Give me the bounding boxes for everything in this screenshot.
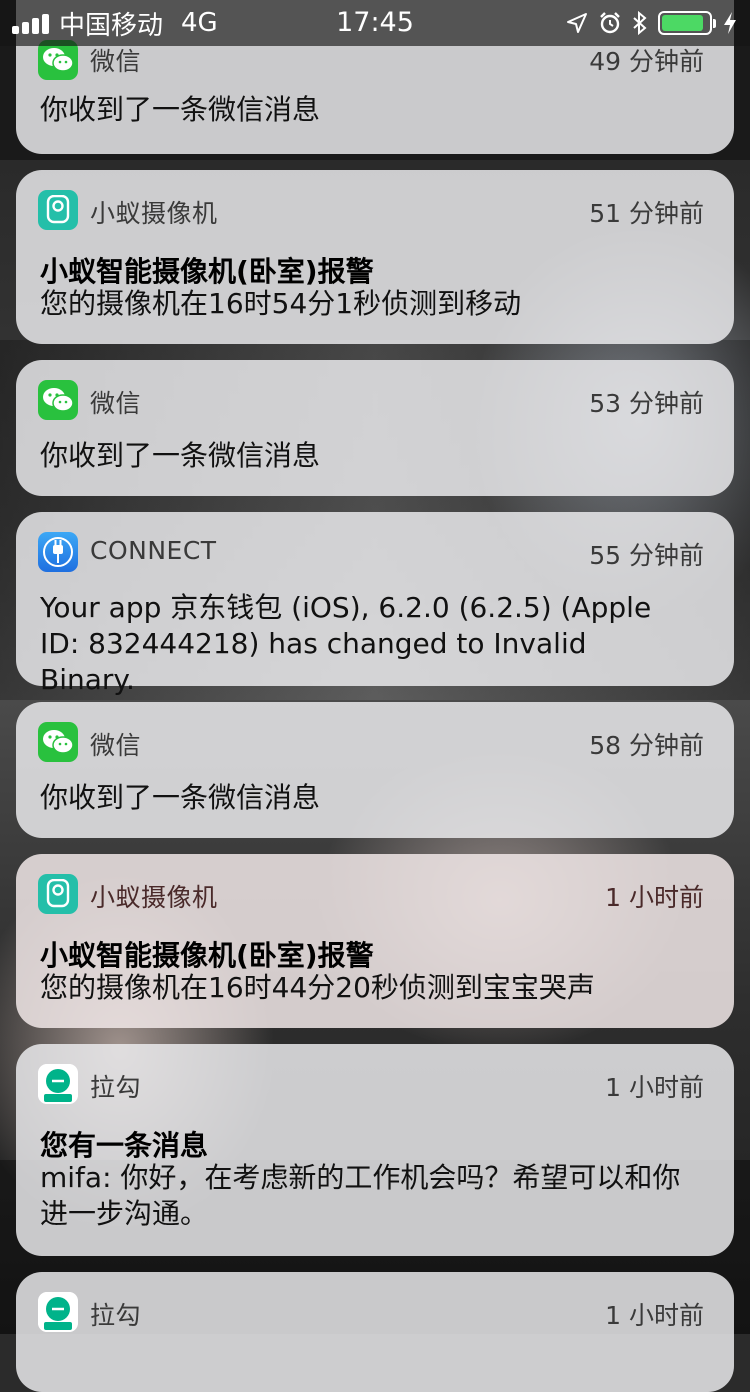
location-arrow-icon [567,13,587,33]
notification-time: 58 分钟前 [589,731,704,760]
notification-header: CONNECT 55 分钟前 [16,512,734,592]
notification-title: 小蚁智能摄像机(卧室)报警 [40,255,374,288]
notification-header: 微信 58 分钟前 [16,702,734,782]
notification-time: 1 小时前 [605,883,704,912]
app-name: 拉勾 [90,1073,142,1102]
status-right [566,0,738,46]
lagou-icon [38,1064,78,1104]
notification-header: 拉勾 1 小时前 [16,1044,734,1124]
notification-card-lagou[interactable]: 拉勾 1 小时前 [16,1272,734,1392]
notification-body: 您的摄像机在16时44分20秒侦测到宝宝哭声 [40,971,595,1004]
wechat-icon [38,40,78,80]
bluetooth-icon [633,11,647,35]
notification-card-camera[interactable]: 小蚁摄像机 1 小时前 小蚁智能摄像机(卧室)报警 您的摄像机在16时44分20… [16,854,734,1028]
wechat-icon [38,380,78,420]
notification-body: 您的摄像机在16时54分1秒侦测到移动 [40,287,522,320]
app-name: 微信 [90,47,142,76]
notification-time: 49 分钟前 [589,47,704,76]
notification-title: 您有一条消息 [40,1129,209,1162]
notification-card-wechat[interactable]: 微信 58 分钟前 你收到了一条微信消息 [16,702,734,838]
notification-body: mifa: 你好，在考虑新的工作机会吗？希望可以和你进一步沟通。 [40,1161,681,1230]
camera-icon [38,874,78,914]
lagou-icon [38,1292,78,1332]
camera-icon [38,190,78,230]
app-name: 拉勾 [90,1301,142,1330]
status-bar: 中国移动 4G 17:45 [0,0,750,46]
notification-title: 小蚁智能摄像机(卧室)报警 [40,939,374,972]
notification-time: 1 小时前 [605,1073,704,1102]
app-name: 小蚁摄像机 [90,199,218,228]
connect-icon [38,532,78,572]
notification-header: 微信 53 分钟前 [16,360,734,440]
notification-time: 1 小时前 [605,1301,704,1330]
battery-icon [658,11,716,35]
notification-card-lagou[interactable]: 拉勾 1 小时前 您有一条消息 mifa: 你好，在考虑新的工作机会吗？希望可以… [16,1044,734,1256]
app-name: 微信 [90,389,142,418]
notification-body: 你收到了一条微信消息 [40,439,321,472]
notification-header: 拉勾 1 小时前 [16,1272,734,1352]
notification-card-wechat[interactable]: 微信 53 分钟前 你收到了一条微信消息 [16,360,734,496]
notification-card-camera[interactable]: 小蚁摄像机 51 分钟前 小蚁智能摄像机(卧室)报警 您的摄像机在16时54分1… [16,170,734,344]
notification-header: 小蚁摄像机 51 分钟前 [16,170,734,250]
wechat-icon [38,722,78,762]
app-name: CONNECT [90,536,217,565]
app-name: 小蚁摄像机 [90,883,218,912]
app-name: 微信 [90,731,142,760]
notification-body: Your app 京东钱包 (iOS), 6.2.0 (6.2.5) (Appl… [40,591,652,696]
notification-body: 你收到了一条微信消息 [40,781,321,814]
notification-time: 55 分钟前 [589,541,704,570]
notification-time: 53 分钟前 [589,389,704,418]
battery-level [662,15,704,31]
notification-header: 小蚁摄像机 1 小时前 [16,854,734,934]
notification-time: 51 分钟前 [589,199,704,228]
charging-bolt-icon [724,12,736,34]
notification-body: 你收到了一条微信消息 [40,93,321,126]
alarm-clock-icon [600,12,620,34]
notification-card-connect[interactable]: CONNECT 55 分钟前 Your app 京东钱包 (iOS), 6.2.… [16,512,734,696]
